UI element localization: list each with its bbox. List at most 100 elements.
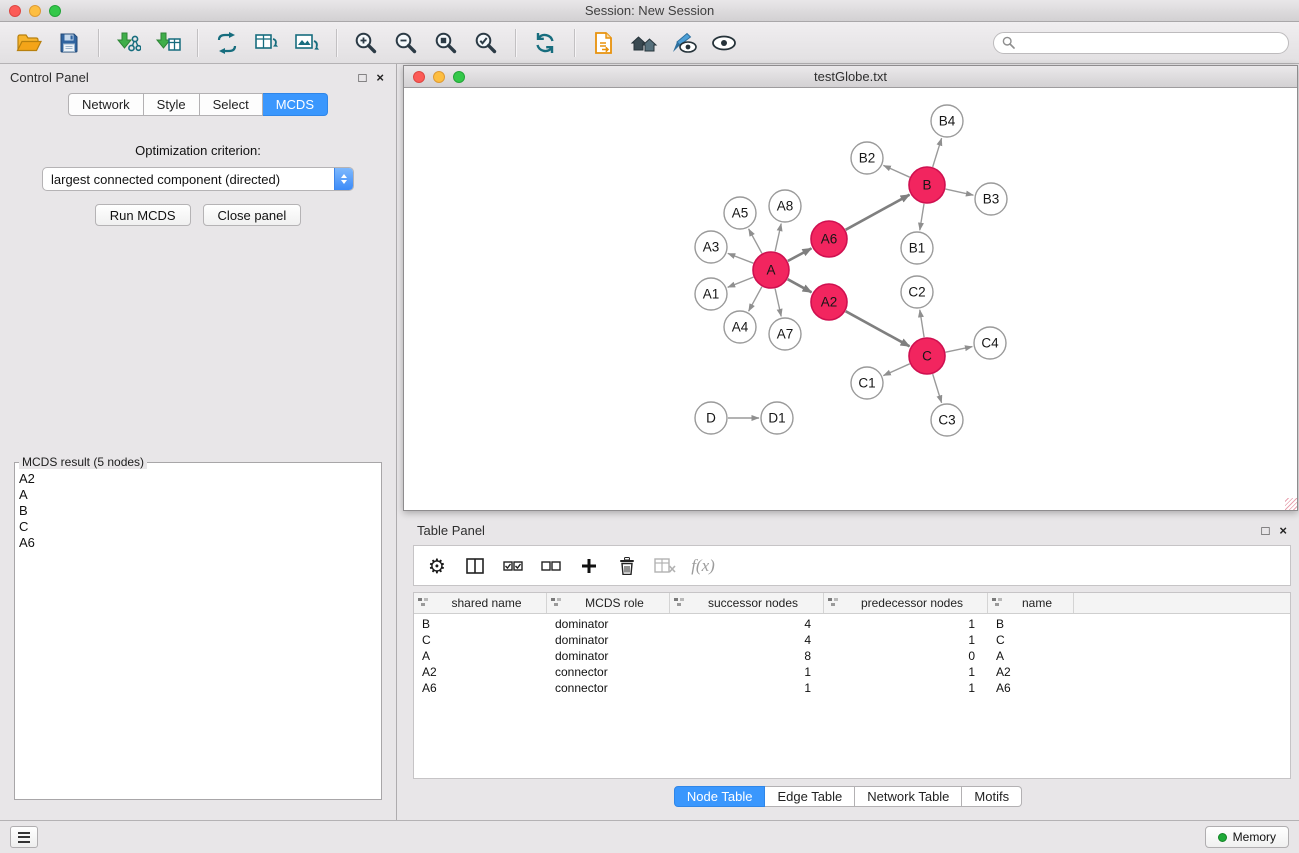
save-session-button[interactable] [50,25,88,61]
graph-edge-A-A4[interactable] [749,287,762,312]
zoom-in-button[interactable] [347,25,385,61]
zoom-network-window-button[interactable] [453,71,465,83]
mcds-result-item[interactable]: A6 [19,535,381,551]
document-export-button[interactable] [585,25,623,61]
graph-edge-B-B4[interactable] [933,138,942,167]
table-row[interactable]: A6connector11A6 [414,680,1290,696]
graph-edge-C-C2[interactable] [920,310,924,337]
mcds-result-item[interactable]: B [19,503,381,519]
new-table-button[interactable] [248,25,286,61]
network-graph[interactable]: B4B2BB3A8A5A6A3B1AA1C2A2A4A7C4CC1DD1C3 [404,88,1296,509]
import-table-button[interactable] [149,25,187,61]
close-panel-button[interactable]: Close panel [203,204,302,226]
graph-node-B[interactable]: B [909,167,945,203]
tab-mcds[interactable]: MCDS [263,93,328,116]
show-details-button[interactable] [705,25,743,61]
function-builder-button[interactable]: f(x) [690,550,716,582]
graph-node-C1[interactable]: C1 [851,367,883,399]
graph-edge-A-A2[interactable] [788,279,812,292]
column-header-successor-nodes[interactable]: successor nodes [670,593,824,613]
float-panel-icon[interactable]: □ [359,71,367,84]
import-network-button[interactable] [109,25,147,61]
graph-node-C2[interactable]: C2 [901,276,933,308]
graph-node-A1[interactable]: A1 [695,278,727,310]
graph-edge-B-B2[interactable] [883,165,909,177]
graph-node-C[interactable]: C [909,338,945,374]
close-panel-icon[interactable]: × [376,71,384,84]
graph-edge-A6-B[interactable] [846,195,910,230]
resize-handle[interactable] [1285,498,1297,510]
graph-node-A2[interactable]: A2 [811,284,847,320]
graph-node-A[interactable]: A [753,252,789,288]
graph-node-A8[interactable]: A8 [769,190,801,222]
graph-node-A3[interactable]: A3 [695,231,727,263]
tab-network[interactable]: Network [68,93,144,116]
tab-node-table[interactable]: Node Table [674,786,766,807]
graph-edge-C-C3[interactable] [933,374,942,403]
table-row[interactable]: Cdominator41C [414,632,1290,648]
graph-edge-A-A1[interactable] [728,277,754,287]
refresh-view-button[interactable] [526,25,564,61]
graph-node-B1[interactable]: B1 [901,232,933,264]
add-column-button[interactable] [576,550,602,582]
graph-edge-B-B1[interactable] [920,204,924,230]
graph-node-B4[interactable]: B4 [931,105,963,137]
select-all-columns-button[interactable] [500,550,526,582]
minimize-window-button[interactable] [29,5,41,17]
memory-button[interactable]: Memory [1205,826,1289,848]
column-header-predecessor-nodes[interactable]: predecessor nodes [824,593,988,613]
graph-node-A4[interactable]: A4 [724,311,756,343]
column-header-name[interactable]: name [988,593,1074,613]
show-columns-button[interactable] [462,550,488,582]
tab-style[interactable]: Style [144,93,200,116]
column-header-shared-name[interactable]: shared name [414,593,547,613]
graph-node-C3[interactable]: C3 [931,404,963,436]
zoom-selected-button[interactable] [467,25,505,61]
graph-edge-A-A6[interactable] [788,248,812,261]
graph-node-D1[interactable]: D1 [761,402,793,434]
close-network-window-button[interactable] [413,71,425,83]
graph-node-C4[interactable]: C4 [974,327,1006,359]
new-network-button[interactable] [208,25,246,61]
close-window-button[interactable] [9,5,21,17]
graph-edge-A2-C[interactable] [846,311,910,346]
graph-edge-A-A8[interactable] [775,224,781,252]
graph-node-B2[interactable]: B2 [851,142,883,174]
tab-network-table[interactable]: Network Table [855,786,962,807]
tab-select[interactable]: Select [200,93,263,116]
graph-edge-B-B3[interactable] [946,189,974,195]
table-row[interactable]: Bdominator41B [414,616,1290,632]
search-box[interactable] [993,32,1289,54]
zoom-window-button[interactable] [49,5,61,17]
tab-motifs[interactable]: Motifs [962,786,1022,807]
table-row[interactable]: Adominator80A [414,648,1290,664]
close-table-panel-icon[interactable]: × [1279,524,1287,537]
zoom-fit-button[interactable] [427,25,465,61]
graph-node-D[interactable]: D [695,402,727,434]
delete-column-button[interactable] [614,550,640,582]
deselect-all-columns-button[interactable] [538,550,564,582]
graph-edge-C-C1[interactable] [883,364,909,376]
table-row[interactable]: A2connector11A2 [414,664,1290,680]
graph-node-A6[interactable]: A6 [811,221,847,257]
task-history-button[interactable] [10,826,38,848]
delete-table-button[interactable] [652,550,678,582]
search-input[interactable] [1020,36,1280,50]
criterion-dropdown[interactable]: largest connected component (directed) [42,167,354,191]
graph-edge-A-A5[interactable] [749,229,762,254]
export-image-button[interactable] [288,25,326,61]
network-canvas[interactable]: B4B2BB3A8A5A6A3B1AA1C2A2A4A7C4CC1DD1C3 [404,88,1297,509]
graph-edge-C-C4[interactable] [946,347,973,353]
zoom-out-button[interactable] [387,25,425,61]
style-preview-button[interactable] [665,25,703,61]
open-file-button[interactable] [10,25,48,61]
mcds-result-item[interactable]: A [19,487,381,503]
graph-edge-A-A7[interactable] [775,289,781,317]
mcds-result-item[interactable]: A2 [19,471,381,487]
mcds-result-item[interactable]: C [19,519,381,535]
graph-node-A5[interactable]: A5 [724,197,756,229]
float-table-panel-icon[interactable]: □ [1262,524,1270,537]
graph-edge-A-A3[interactable] [728,253,754,263]
home-panels-button[interactable] [625,25,663,61]
table-settings-button[interactable]: ⚙ [424,550,450,582]
